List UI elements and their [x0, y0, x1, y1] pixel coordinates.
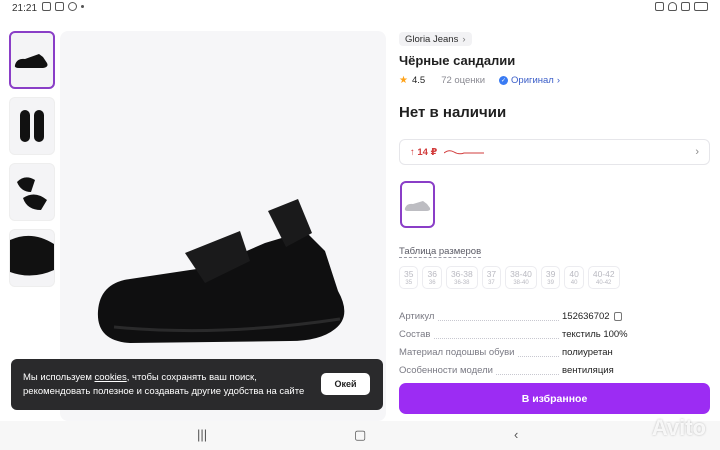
size-sub: 35 [405, 280, 413, 286]
size-main: 40 [569, 269, 579, 279]
add-to-favorites-button[interactable]: В избранное [399, 383, 710, 414]
avito-watermark: Avito [651, 415, 706, 440]
sandal-color-image [404, 200, 430, 211]
copy-icon[interactable] [613, 312, 622, 321]
brand-name: Gloria Jeans [405, 33, 459, 45]
size-table-link[interactable]: Таблица размеров [399, 246, 482, 258]
status-time: 21:21 [12, 3, 38, 14]
star-icon: ★ [399, 75, 408, 86]
battery-icon [694, 2, 708, 11]
sandal-closeup-image [10, 235, 54, 276]
product-title: Чёрные сандалии [399, 53, 516, 68]
system-nav-bar: ||| ▢ ‹ [0, 421, 720, 450]
reviews-link[interactable]: 72 оценки [441, 75, 485, 86]
sandal-pair-image [17, 177, 47, 210]
chevron-right-icon: › [462, 33, 466, 45]
cookie-banner: Мы используем cookies, чтобы сохранять в… [11, 359, 383, 410]
size-sub: 40 [570, 280, 578, 286]
status-right-icons [655, 2, 708, 11]
chevron-right-icon: › [556, 75, 561, 86]
signal-icon [681, 2, 690, 11]
size-option[interactable]: 39 39 [540, 266, 561, 289]
stock-status: Нет в наличии [399, 104, 507, 121]
verified-check-icon: ✓ [499, 76, 509, 85]
price-trend-sparkline [444, 150, 484, 155]
search-icon [68, 2, 77, 11]
thumbnail-list [9, 31, 56, 295]
size-table-label: Таблица размеров [399, 246, 482, 258]
notification-icon [42, 2, 51, 11]
size-option[interactable]: 40-42 40-42 [587, 266, 620, 289]
spec-value: вентиляция [562, 365, 614, 376]
spec-row: Артикул 152636702 [399, 309, 711, 327]
gallery-icon [55, 2, 64, 11]
size-main: 35 [404, 269, 414, 279]
color-variant-thumbnail[interactable] [400, 181, 435, 228]
size-sub: 40-42 [596, 280, 612, 286]
size-main: 38-40 [510, 269, 532, 279]
rating-value: 4.5 [411, 75, 426, 86]
original-label: Оригинал [511, 75, 554, 86]
cookie-text: Мы используем cookies, чтобы сохранять в… [23, 371, 323, 399]
wifi-icon [668, 2, 677, 11]
spec-row: Особенности модели вентиляция [399, 363, 711, 381]
cookie-ok-button[interactable]: Окей [321, 373, 370, 395]
spec-value: текстиль 100% [562, 329, 628, 340]
rating-row: ★ 4.5 72 оценки ✓ Оригинал › [399, 75, 560, 86]
more-dot-icon [81, 5, 84, 8]
back-icon[interactable]: ‹ [514, 427, 518, 442]
size-list: 35 35 36 36 36-38 36-38 37 37 38-40 38-4… [399, 266, 620, 289]
spec-key: Состав [399, 329, 434, 340]
price-change: ↑ 14 ₽ [410, 147, 438, 158]
thumbnail-1[interactable] [9, 31, 55, 89]
status-left-icons [42, 2, 84, 11]
size-option[interactable]: 36 36 [422, 266, 442, 289]
spec-value: полиуретан [562, 347, 613, 358]
chevron-right-icon: › [695, 146, 699, 158]
size-main: 36 [427, 269, 437, 279]
size-main: 39 [545, 269, 556, 279]
size-sub: 37 [488, 280, 495, 286]
sandal-top-image [20, 110, 44, 142]
thumbnail-3[interactable] [9, 163, 55, 221]
size-main: 36-38 [450, 269, 473, 279]
spec-list: Артикул 152636702 Состав текстиль 100% М… [399, 309, 711, 381]
thumbnail-4[interactable] [9, 229, 55, 287]
recent-apps-icon[interactable]: ||| [197, 427, 207, 442]
size-sub: 36-38 [454, 280, 470, 286]
cookie-text-start: Мы используем [23, 372, 95, 383]
status-bar: 21:21 [0, 0, 720, 18]
price-history-row[interactable]: ↑ 14 ₽ › [399, 139, 710, 165]
size-sub: 36 [428, 280, 436, 286]
size-option[interactable]: 38-40 38-40 [505, 266, 537, 289]
size-sub: 39 [547, 280, 554, 286]
size-sub: 38-40 [513, 280, 529, 286]
spec-value: 152636702 [562, 311, 622, 322]
size-option[interactable]: 37 37 [481, 266, 502, 289]
spec-row: Материал подошвы обуви полиуретан [399, 345, 711, 363]
spec-key: Материал подошвы обуви [399, 347, 518, 358]
brand-link[interactable]: Gloria Jeans › [399, 32, 472, 46]
size-option[interactable]: 40 40 [564, 266, 584, 289]
sandal-side-image [14, 54, 48, 68]
size-main: 37 [486, 269, 497, 279]
size-option[interactable]: 35 35 [399, 266, 419, 289]
original-badge[interactable]: ✓ Оригинал › [499, 75, 560, 86]
cookies-link[interactable]: cookies [95, 372, 127, 383]
spec-key: Особенности модели [399, 365, 496, 376]
size-main: 40-42 [592, 269, 615, 279]
spec-row: Состав текстиль 100% [399, 327, 711, 345]
cast-icon [655, 2, 664, 11]
article-number: 152636702 [562, 311, 610, 322]
thumbnail-2[interactable] [9, 97, 55, 155]
home-icon[interactable]: ▢ [354, 427, 366, 443]
spec-key: Артикул [399, 311, 438, 322]
black-sandal-illustration [97, 199, 345, 343]
size-option[interactable]: 36-38 36-38 [445, 266, 478, 289]
